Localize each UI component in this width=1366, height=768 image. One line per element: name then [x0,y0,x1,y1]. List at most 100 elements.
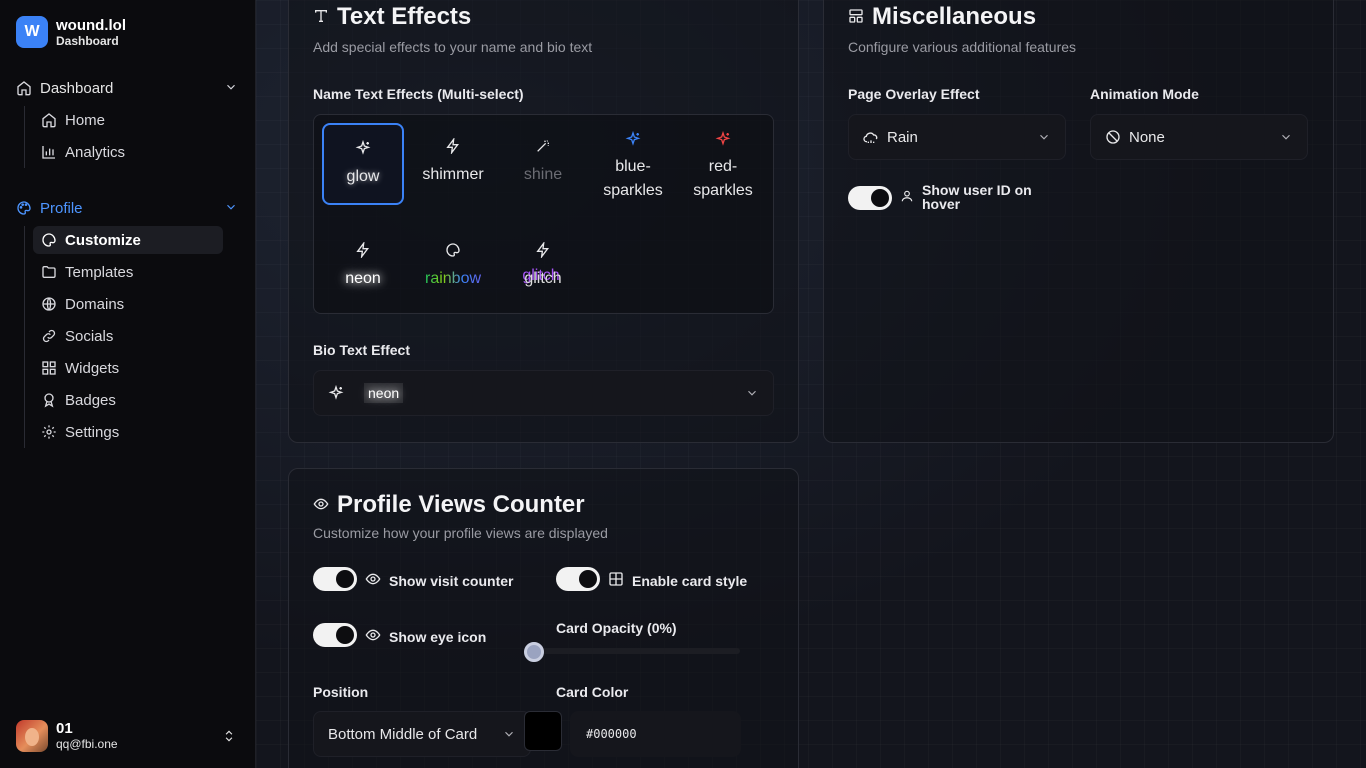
chevron-down-icon [745,386,759,404]
user-name: 01 [56,720,73,737]
cloud-rain-icon [863,129,879,145]
card-style-label: Enable card style [608,571,747,590]
effect-option-red-sparkles[interactable]: red- sparkles [682,117,764,199]
chevrons-up-down-icon [222,728,236,749]
chevron-down-icon [502,727,516,745]
sidebar-item-home[interactable]: Home [33,106,223,134]
sidebar-item-label: Home [65,111,106,129]
eye-icon [365,571,381,590]
brand[interactable]: W wound.lol Dashboard [16,16,126,48]
sidebar: W wound.lol Dashboard Dashboard Home Ana… [0,0,256,768]
text-effects-title: Text Effects [337,3,472,30]
sidebar-item-socials[interactable]: Socials [33,322,223,350]
effect-label: neon [345,270,381,287]
user-menu[interactable]: 01 qq@fbi.one [16,718,240,754]
user-email: qq@fbi.one [56,737,118,751]
name-effects-grid: glow shimmer shine blue- sparkles red- s… [313,114,774,314]
eye-icon [365,627,381,646]
type-icon [313,3,329,31]
user-id-toggle[interactable] [848,186,892,210]
grid-icon [41,360,57,376]
brand-logo: W [16,16,48,48]
effect-label: blue- sparkles [603,158,663,199]
misc-subtitle: Configure various additional features [848,39,1077,55]
card-color-input[interactable]: #000000 [570,711,741,757]
card-title: Profile Views Counter [313,491,585,519]
overlay-effect-select[interactable]: Rain [848,114,1066,160]
effect-option-blue-sparkles[interactable]: blue- sparkles [592,117,674,199]
sidebar-item-label: Analytics [65,143,126,161]
effect-label: shine [523,166,563,183]
position-select[interactable]: Bottom Middle of Card [313,711,531,757]
user-icon [900,189,914,205]
nav-group-label: Profile [40,199,83,217]
nav-group-profile[interactable]: Profile [8,192,248,224]
sidebar-item-label: Domains [65,295,125,313]
bio-effect-value: neon [364,383,404,403]
user-id-toggle-text: Show user ID on hover [922,182,1032,212]
sidebar-item-badges[interactable]: Badges [33,386,223,414]
effect-option-neon[interactable]: neon [322,227,404,309]
home-icon [41,112,57,128]
card-style-text: Enable card style [632,572,748,589]
sidebar-item-label: Settings [65,423,120,441]
animation-mode-select[interactable]: None [1090,114,1308,160]
text-effects-subtitle: Add special effects to your name and bio… [313,39,593,55]
table-icon [608,571,624,590]
text-effects-card: Text Effects Add special effects to your… [288,0,799,443]
sidebar-item-domains[interactable]: Domains [33,290,223,318]
visit-counter-toggle[interactable] [313,567,357,591]
sidebar-item-customize[interactable]: Customize [33,226,223,254]
visit-counter-text: Show visit counter [389,572,514,589]
card-color-swatch[interactable] [524,711,562,751]
miscellaneous-card: Miscellaneous Configure various addition… [823,0,1334,443]
overlay-label: Page Overlay Effect [848,86,980,102]
award-icon [41,392,57,408]
bio-effect-label: Bio Text Effect [313,342,410,358]
sidebar-item-settings[interactable]: Settings [33,418,223,446]
sidebar-item-label: Customize [65,231,141,249]
palette-icon [445,241,461,259]
gear-icon [41,424,57,440]
zap-icon [445,137,461,155]
eye-icon-toggle-label: Show eye icon [365,627,486,646]
sidebar-item-analytics[interactable]: Analytics [33,138,223,166]
eye-icon [313,491,329,519]
effect-option-glitch[interactable]: glitch [502,227,584,309]
card-title: Text Effects [313,3,471,31]
effect-option-glow[interactable]: glow [322,123,404,205]
chevron-down-icon [1279,130,1293,148]
user-id-toggle-label: Show user ID on hover [900,183,1050,211]
main-content: Text Effects Add special effects to your… [256,0,1366,768]
bio-effect-select[interactable]: neon [313,370,774,416]
nav-group-dashboard[interactable]: Dashboard [8,72,248,104]
sidebar-item-label: Templates [65,263,134,281]
brand-name: wound.lol [56,16,126,34]
sidebar-item-label: Badges [65,391,116,409]
misc-title: Miscellaneous [872,3,1037,30]
sidebar-item-templates[interactable]: Templates [33,258,223,286]
effect-label: rainbow [425,267,481,291]
brand-subtitle: Dashboard [56,33,119,48]
sidebar-item-widgets[interactable]: Widgets [33,354,223,382]
visit-counter-label: Show visit counter [365,571,513,590]
sidebar-item-label: Socials [65,327,114,345]
card-opacity-slider-track[interactable] [524,648,740,654]
card-style-toggle[interactable] [556,567,600,591]
chevron-down-icon [224,200,238,218]
bar-chart-icon [41,144,57,160]
position-value: Bottom Middle of Card [328,725,478,743]
effect-option-rainbow[interactable]: rainbow [412,227,494,309]
effect-label: shimmer [422,166,484,183]
views-title: Profile Views Counter [337,491,585,518]
card-opacity-slider-thumb[interactable] [524,642,544,662]
effect-option-shine[interactable]: shine [502,123,584,205]
globe-icon [41,296,57,312]
eye-icon-toggle[interactable] [313,623,357,647]
wand-icon [535,137,551,155]
sparkles-icon [328,385,344,401]
effect-option-shimmer[interactable]: shimmer [412,123,494,205]
chevron-down-icon [224,80,238,98]
home-icon [16,80,32,96]
overlay-effect-value: Rain [887,128,918,146]
